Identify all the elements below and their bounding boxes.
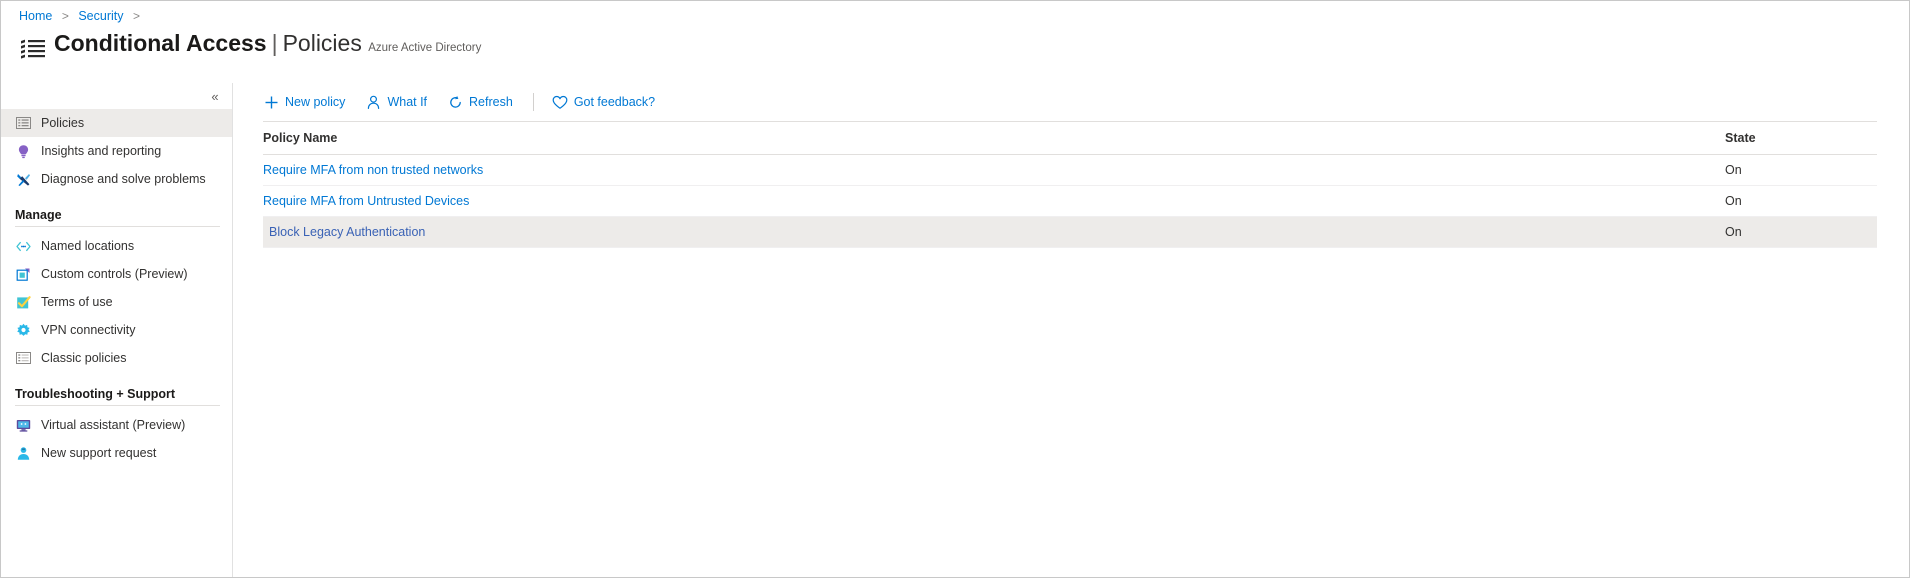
page-title-section: Policies: [282, 30, 362, 56]
plus-icon: [263, 94, 279, 110]
breadcrumb-separator: >: [61, 9, 69, 23]
policy-name-cell: Block Legacy Authentication: [263, 216, 1717, 248]
breadcrumb-item-security[interactable]: Security: [78, 9, 123, 23]
square-overlay-icon: [15, 266, 31, 282]
divider: [15, 226, 220, 227]
list-icon: [15, 350, 31, 366]
page-subtitle: Azure Active Directory: [368, 42, 482, 54]
sidebar-item-new-support-request[interactable]: New support request: [1, 439, 232, 467]
sidebar-nav-primary: Policies Insights and reporting Diagnose…: [1, 109, 232, 193]
sidebar-item-label: VPN connectivity: [41, 323, 136, 337]
toolbar-divider: [532, 93, 534, 111]
sidebar-group-title-manage: Manage: [15, 208, 62, 222]
page-title-separator: |: [271, 30, 278, 56]
sidebar: « Policies Insights and reporting Diagno…: [1, 83, 233, 577]
column-header-policy-name[interactable]: Policy Name: [263, 121, 1717, 155]
lightbulb-icon: [15, 143, 31, 159]
page-title: Conditional Access | Policies: [54, 30, 368, 56]
policy-link[interactable]: Block Legacy Authentication: [269, 225, 425, 239]
heart-icon: [552, 94, 568, 110]
policy-state-cell: On: [1717, 216, 1877, 248]
page-header: Conditional Access | Policies Azure Active…: [19, 29, 481, 63]
sidebar-item-label: Classic policies: [41, 351, 127, 365]
table-row[interactable]: Require MFA from non trusted networks On: [263, 154, 1877, 186]
refresh-icon: [447, 94, 463, 110]
button-label: What If: [387, 95, 428, 109]
button-label: Got feedback?: [573, 95, 656, 109]
command-bar: New policy What If Refresh Got feedback?: [233, 83, 1909, 121]
list-icon: [15, 115, 31, 131]
policies-table: Policy Name State Require MFA from non t…: [263, 121, 1877, 248]
status-badge: On: [1725, 163, 1742, 177]
sidebar-item-label: Insights and reporting: [41, 144, 162, 158]
status-badge: On: [1725, 225, 1742, 239]
divider: [15, 405, 220, 406]
table-body: Require MFA from non trusted networks On…: [263, 154, 1877, 248]
person-support-icon: [15, 445, 31, 461]
sidebar-item-terms-of-use[interactable]: Terms of use: [1, 288, 232, 316]
column-header-state[interactable]: State: [1717, 121, 1877, 155]
sidebar-item-label: Policies: [41, 116, 85, 130]
policy-name-cell: Require MFA from non trusted networks: [263, 154, 1717, 186]
sidebar-item-custom-controls-preview[interactable]: Custom controls (Preview): [1, 260, 232, 288]
breadcrumb-item-home[interactable]: Home: [19, 9, 52, 23]
sidebar-item-label: Virtual assistant (Preview): [41, 418, 186, 432]
page-title-main: Conditional Access: [54, 30, 267, 56]
sidebar-item-diagnose-and-solve-problems[interactable]: Diagnose and solve problems: [1, 165, 232, 193]
policy-state-cell: On: [1717, 185, 1877, 217]
new-policy-button[interactable]: New policy: [263, 94, 345, 110]
sidebar-item-policies[interactable]: Policies: [1, 109, 232, 137]
button-label: Refresh: [469, 95, 513, 109]
policy-link[interactable]: Require MFA from non trusted networks: [263, 163, 483, 177]
breadcrumb-separator: >: [132, 9, 140, 23]
sidebar-item-classic-policies[interactable]: Classic policies: [1, 344, 232, 372]
table-header-row: Policy Name State: [263, 121, 1877, 155]
code-brackets-icon: [15, 238, 31, 254]
sidebar-item-virtual-assistant-preview[interactable]: Virtual assistant (Preview): [1, 411, 232, 439]
policy-link[interactable]: Require MFA from Untrusted Devices: [263, 194, 469, 208]
main-content: New policy What If Refresh Got feedback?…: [233, 83, 1909, 577]
button-label: New policy: [285, 95, 346, 109]
monitor-assistant-icon: [15, 417, 31, 433]
breadcrumb: Home > Security >: [19, 9, 146, 23]
checkbox-checked-icon: [15, 294, 31, 310]
sidebar-item-label: Named locations: [41, 239, 135, 253]
policy-name-cell: Require MFA from Untrusted Devices: [263, 185, 1717, 217]
refresh-button[interactable]: Refresh: [447, 94, 513, 110]
azure-portal-conditional-access-policies: Home > Security > Conditional Access | Pol…: [0, 0, 1910, 578]
list-bullets-icon: [19, 35, 47, 63]
sidebar-item-named-locations[interactable]: Named locations: [1, 232, 232, 260]
table-row[interactable]: Block Legacy Authentication On: [263, 216, 1877, 248]
what-if-button[interactable]: What If: [365, 94, 427, 110]
sidebar-item-insights-and-reporting[interactable]: Insights and reporting: [1, 137, 232, 165]
table-row[interactable]: Require MFA from Untrusted Devices On: [263, 185, 1877, 217]
sidebar-item-label: New support request: [41, 446, 157, 460]
body-area: « Policies Insights and reporting Diagno…: [1, 83, 1909, 577]
got-feedback-button[interactable]: Got feedback?: [552, 94, 655, 110]
sidebar-item-label: Custom controls (Preview): [41, 267, 188, 281]
wrench-cross-icon: [15, 171, 31, 187]
gear-icon: [15, 322, 31, 338]
policies-table-container: Policy Name State Require MFA from non t…: [233, 121, 1909, 248]
sidebar-item-label: Terms of use: [41, 295, 113, 309]
table-header: Policy Name State: [263, 121, 1877, 155]
collapse-sidebar-button[interactable]: «: [206, 88, 224, 106]
person-icon: [365, 94, 381, 110]
sidebar-item-label: Diagnose and solve problems: [41, 172, 206, 186]
sidebar-group-title-troubleshooting-support: Troubleshooting + Support: [15, 387, 176, 401]
status-badge: On: [1725, 194, 1742, 208]
policy-state-cell: On: [1717, 154, 1877, 186]
sidebar-item-vpn-connectivity[interactable]: VPN connectivity: [1, 316, 232, 344]
